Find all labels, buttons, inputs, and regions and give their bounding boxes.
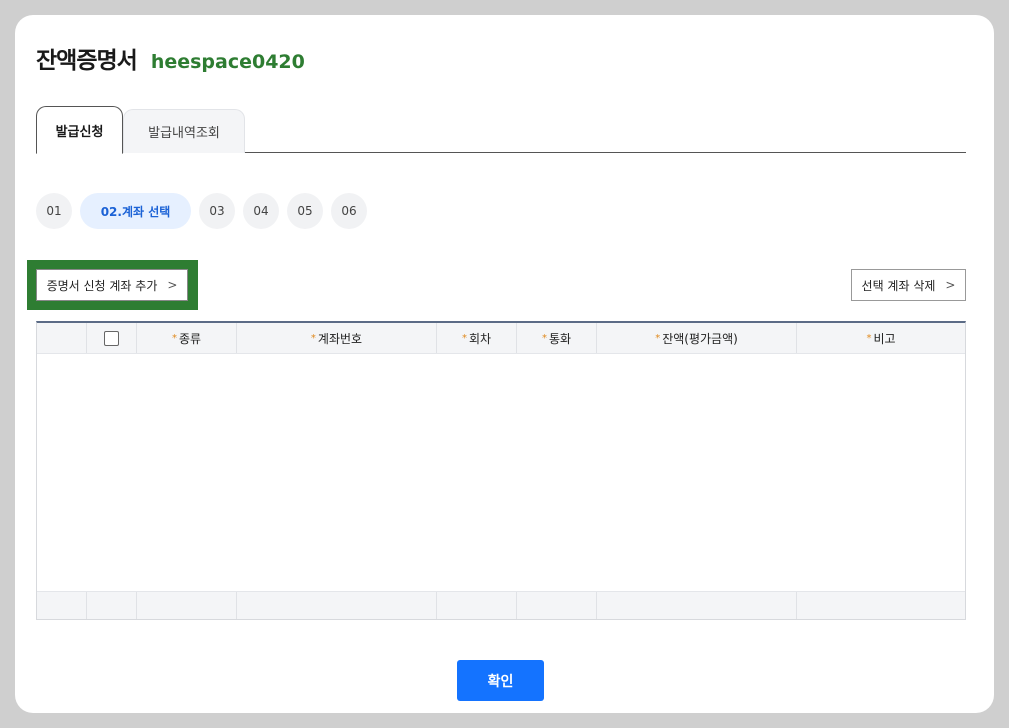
step-06: 06 — [331, 193, 367, 229]
table-header: * 종류 * 계좌번호 * 회차 * 통화 * 잔액(평가금액) * 비고 — [37, 323, 965, 353]
add-account-button[interactable]: 증명서 신청 계좌 추가 > — [36, 269, 188, 301]
table-body — [37, 353, 965, 592]
footer-cell — [37, 592, 87, 619]
step-05: 05 — [287, 193, 323, 229]
column-header-label: 비고 — [873, 331, 896, 346]
column-header-label: 회차 — [468, 331, 492, 346]
column-header-round: * 회차 — [437, 323, 517, 353]
tab-bar: 발급신청 발급내역조회 — [36, 106, 966, 154]
step-02-account-select: 02.계좌 선택 — [80, 193, 191, 229]
step-indicator: 01 02.계좌 선택 03 04 05 06 — [36, 193, 375, 229]
required-icon: * — [541, 332, 547, 344]
column-header-type: * 종류 — [137, 323, 237, 353]
required-icon: * — [310, 332, 316, 344]
chevron-right-icon: > — [167, 278, 178, 292]
column-header-label: 통화 — [548, 331, 572, 346]
balance-certificate-modal: 잔액증명서 heespace0420 발급신청 발급내역조회 01 02.계좌 … — [15, 15, 994, 713]
column-header-currency: * 통화 — [517, 323, 597, 353]
footer-cell — [237, 592, 437, 619]
column-header-balance: * 잔액(평가금액) — [597, 323, 797, 353]
required-icon: * — [866, 332, 872, 344]
column-header-label: 잔액(평가금액) — [662, 331, 738, 346]
step-04: 04 — [243, 193, 279, 229]
footer-cell — [87, 592, 137, 619]
footer-cell — [597, 592, 797, 619]
tab-issue-history[interactable]: 발급내역조회 — [123, 109, 245, 153]
page-title: 잔액증명서 — [36, 48, 138, 74]
add-account-label: 증명서 신청 계좌 추가 — [46, 278, 158, 293]
confirm-button[interactable]: 확인 — [457, 660, 544, 701]
delete-account-label: 선택 계좌 삭제 — [861, 278, 936, 293]
chevron-right-icon: > — [945, 278, 956, 292]
footer-cell — [517, 592, 597, 619]
footer-cell — [797, 592, 965, 619]
title-row: 잔액증명서 heespace0420 — [36, 41, 305, 75]
footer-cell — [137, 592, 237, 619]
column-header-remarks: * 비고 — [797, 323, 965, 353]
step-03: 03 — [199, 193, 235, 229]
table-footer — [37, 591, 965, 619]
header-checkbox-cell — [87, 323, 137, 353]
user-id: heespace0420 — [150, 51, 305, 73]
header-blank-cell — [37, 323, 87, 353]
required-icon: * — [655, 332, 661, 344]
column-header-label: 계좌번호 — [317, 331, 363, 346]
step-01: 01 — [36, 193, 72, 229]
footer-cell — [437, 592, 517, 619]
account-table: * 종류 * 계좌번호 * 회차 * 통화 * 잔액(평가금액) * 비고 — [36, 321, 966, 620]
column-header-account-number: * 계좌번호 — [237, 323, 437, 353]
delete-selected-account-button[interactable]: 선택 계좌 삭제 > — [851, 269, 966, 301]
required-icon: * — [461, 332, 467, 344]
select-all-checkbox[interactable] — [104, 330, 119, 346]
tab-issue-request[interactable]: 발급신청 — [36, 106, 123, 154]
column-header-label: 종류 — [178, 331, 202, 346]
required-icon: * — [171, 332, 177, 344]
